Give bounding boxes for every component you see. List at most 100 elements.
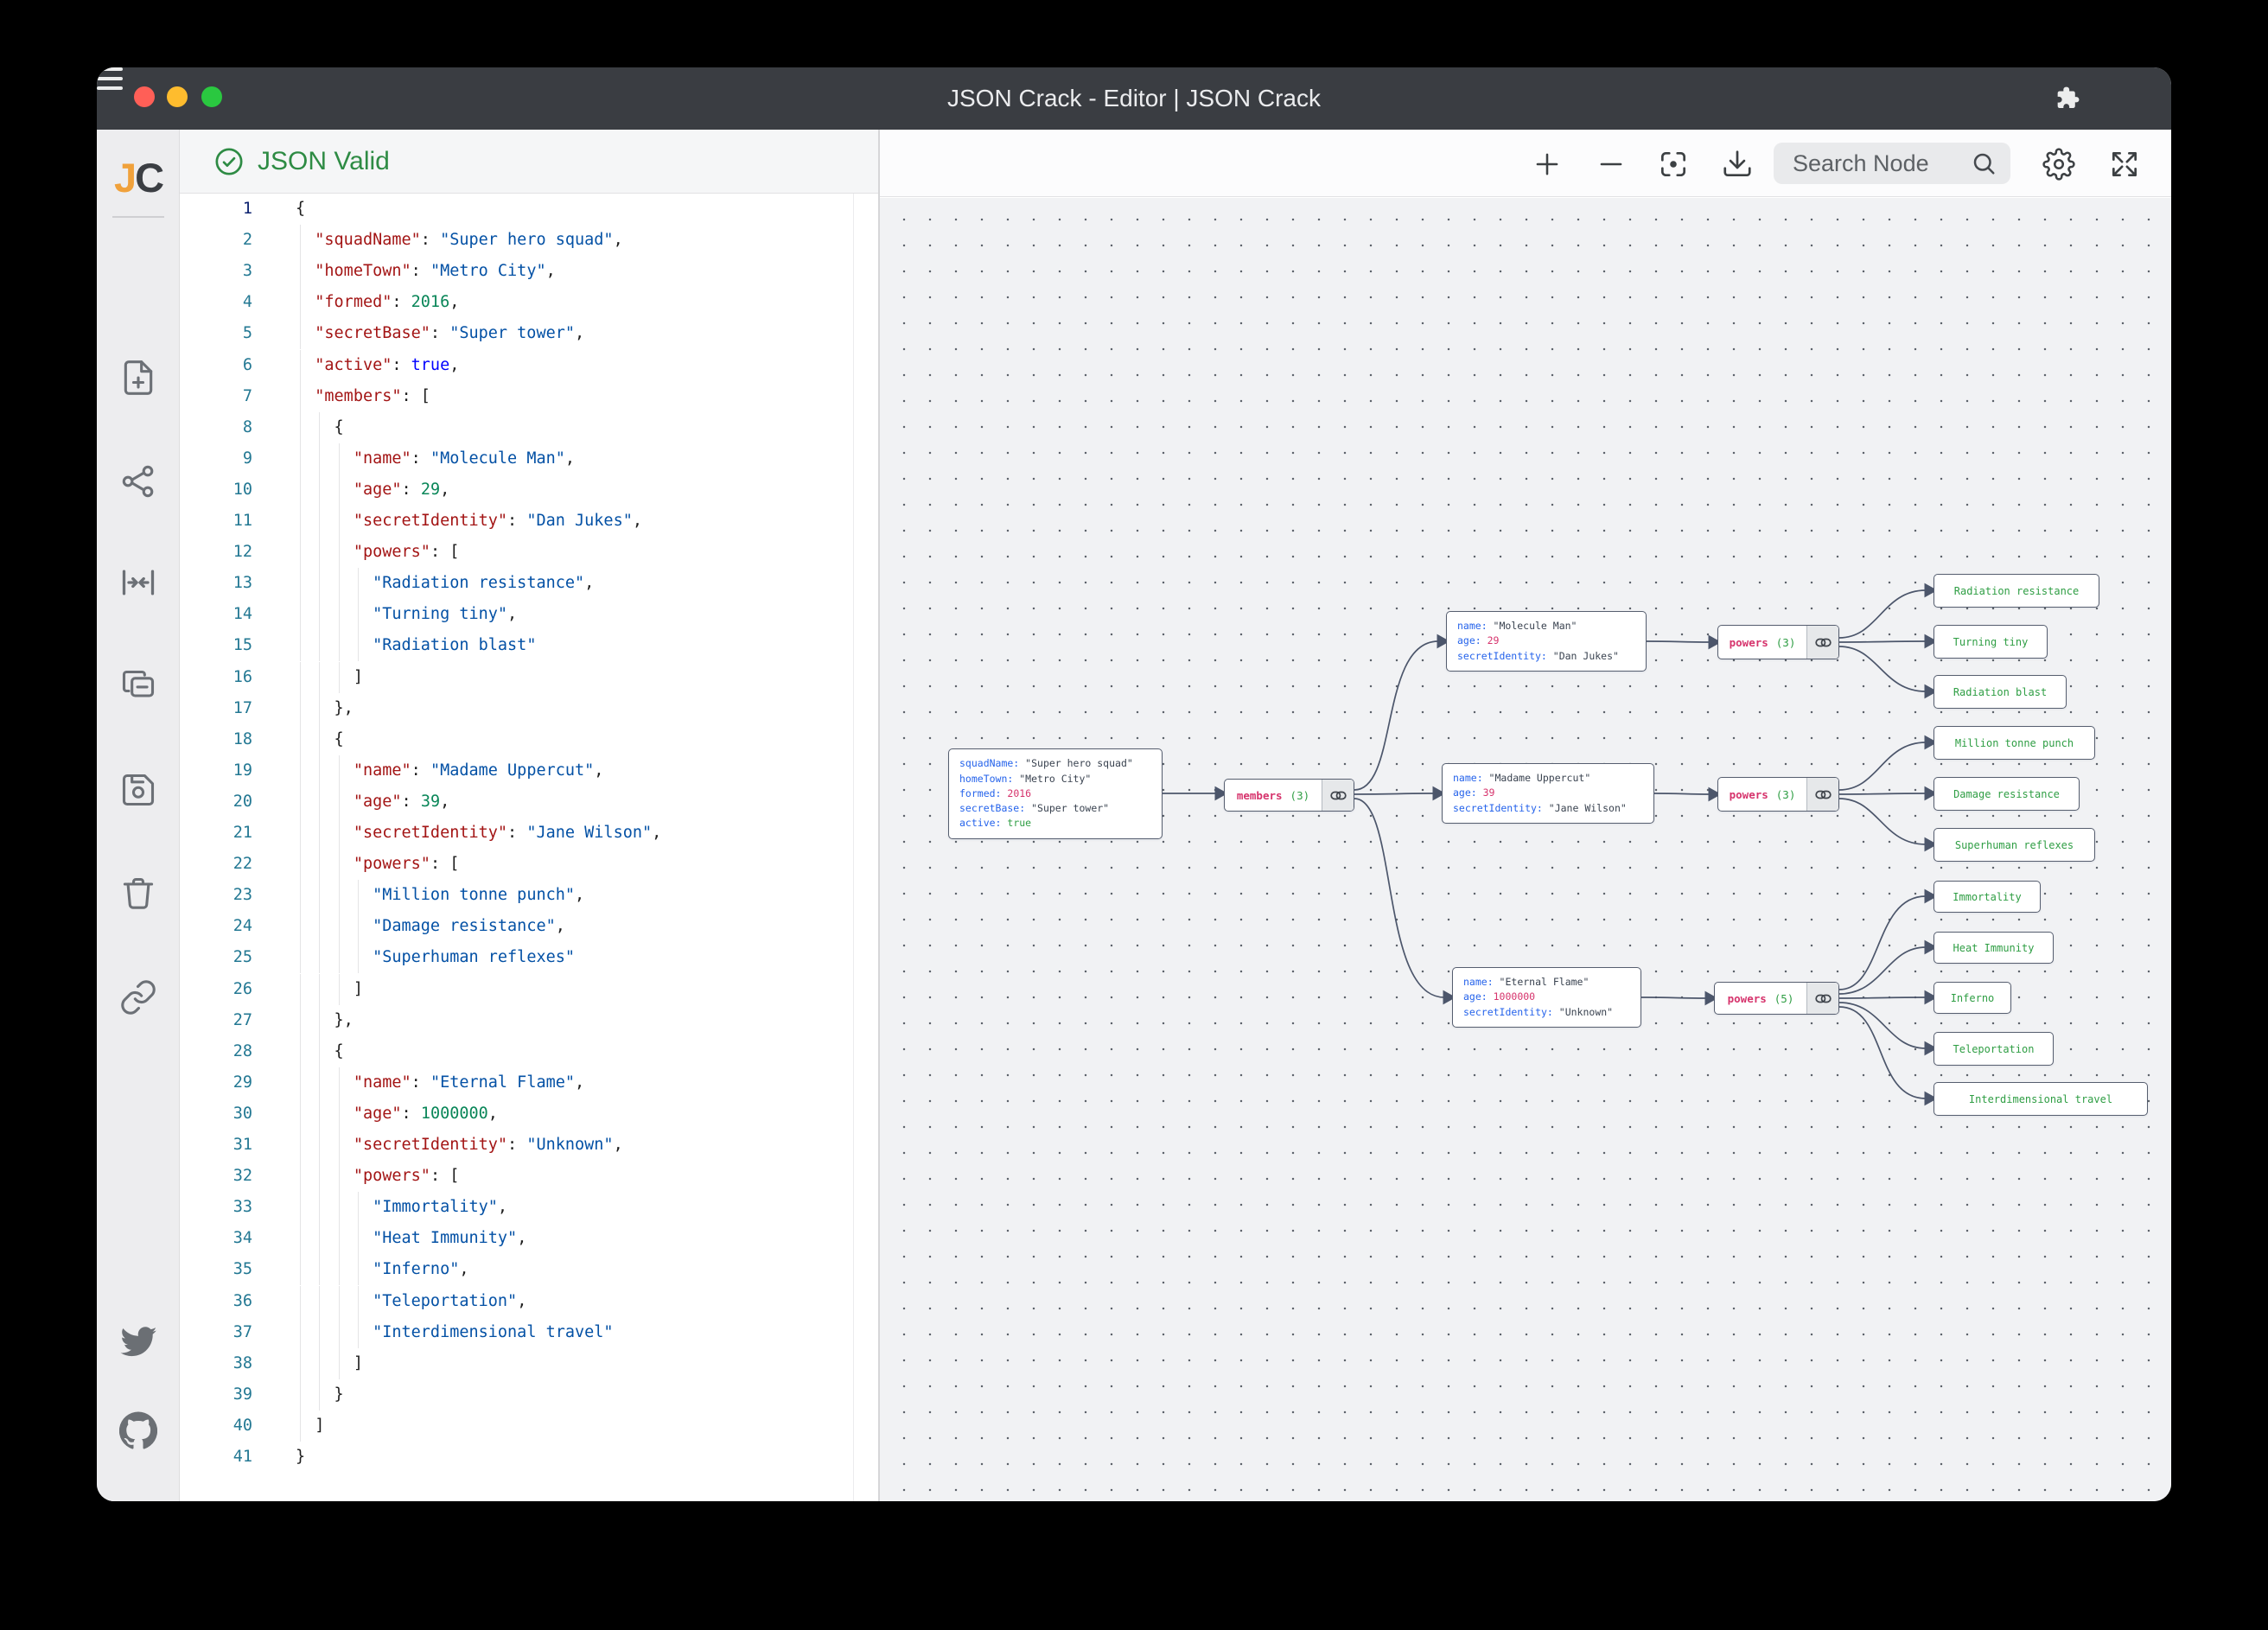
copy-icon <box>119 667 157 705</box>
leaf-node-text: Radiation resistance <box>1954 585 2080 597</box>
line-number: 14 <box>180 599 252 630</box>
github-button[interactable] <box>119 1411 157 1449</box>
graph-pane: squadName: "Super hero squad"homeTown: "… <box>878 130 2171 1501</box>
expand-icon <box>2108 148 2141 181</box>
focus-center-button[interactable] <box>1653 143 1694 185</box>
graph-node-member-2[interactable]: name: "Madame Uppercut"age: 39secretIden… <box>1442 763 1654 824</box>
graph-node-leaf-7[interactable]: Immortality <box>1934 881 2041 913</box>
graph-node-leaf-2[interactable]: Turning tiny <box>1934 625 2048 659</box>
line-number: 24 <box>180 911 252 942</box>
json-valid-status: JSON Valid <box>258 147 390 176</box>
code-line: 12"powers": [ <box>180 537 878 568</box>
graph-view-button[interactable] <box>119 462 157 500</box>
graph-node-leaf-9[interactable]: Inferno <box>1934 982 2011 1014</box>
collapse-link-icon[interactable] <box>1806 626 1838 659</box>
code-line: 11"secretIdentity": "Dan Jukes", <box>180 506 878 537</box>
node-label: members <box>1237 789 1283 802</box>
window-title: JSON Crack - Editor | JSON Crack <box>97 67 2171 130</box>
center-fit-icon <box>119 563 157 602</box>
node-label: powers <box>1730 788 1768 801</box>
search-node-input[interactable] <box>1793 150 1971 177</box>
leaf-node-text: Teleportation <box>1953 1043 2035 1055</box>
graph-node-member-3[interactable]: name: "Eternal Flame"age: 1000000secretI… <box>1452 967 1641 1028</box>
share-link-button[interactable] <box>119 978 157 1016</box>
json-editor-pane: JSON Valid 1{2"squadName": "Super hero s… <box>180 130 878 1501</box>
line-number: 7 <box>180 381 252 412</box>
save-icon <box>119 771 157 809</box>
code-line: 24"Damage resistance", <box>180 911 878 942</box>
download-image-button[interactable] <box>1717 143 1758 185</box>
leaf-node-text: Immortality <box>1953 891 2021 903</box>
copy-button[interactable] <box>119 667 157 705</box>
line-number: 25 <box>180 942 252 973</box>
collapse-link-icon[interactable] <box>1322 780 1354 811</box>
twitter-button[interactable] <box>119 1323 157 1361</box>
zoom-out-button[interactable] <box>1590 143 1632 185</box>
code-editor[interactable]: 1{2"squadName": "Super hero squad",3"hom… <box>180 194 878 1501</box>
graph-node-powers-3[interactable]: powers(5) <box>1714 982 1839 1015</box>
line-number: 39 <box>180 1379 252 1410</box>
focus-icon <box>1657 148 1690 181</box>
graph-node-members[interactable]: members (3) <box>1224 779 1354 812</box>
code-line: 6"active": true, <box>180 350 878 381</box>
code-line: 28{ <box>180 1036 878 1067</box>
graph-node-member-1[interactable]: name: "Molecule Man"age: 29secretIdentit… <box>1446 611 1647 672</box>
code-line: 15"Radiation blast" <box>180 630 878 661</box>
center-fit-button[interactable] <box>119 563 157 602</box>
line-number: 13 <box>180 568 252 599</box>
line-number: 23 <box>180 880 252 911</box>
graph-node-powers-1[interactable]: powers(3) <box>1717 625 1839 659</box>
graph-node-leaf-4[interactable]: Million tonne punch <box>1934 726 2095 760</box>
line-number: 21 <box>180 818 252 849</box>
save-button[interactable] <box>119 771 157 809</box>
app-logo[interactable]: JC <box>97 154 180 201</box>
code-line: 31"secretIdentity": "Unknown", <box>180 1130 878 1161</box>
leaf-node-text: Million tonne punch <box>1955 737 2074 749</box>
search-icon[interactable] <box>1971 150 1997 176</box>
line-number: 31 <box>180 1130 252 1161</box>
code-line: 7"members": [ <box>180 381 878 412</box>
graph-toolbar <box>880 130 2171 197</box>
graph-node-leaf-11[interactable]: Interdimensional travel <box>1934 1082 2148 1116</box>
graph-node-root[interactable]: squadName: "Super hero squad"homeTown: "… <box>948 748 1163 839</box>
graph-node-leaf-5[interactable]: Damage resistance <box>1934 777 2080 811</box>
code-line: 2"squadName": "Super hero squad", <box>180 225 878 256</box>
trash-icon <box>119 875 157 913</box>
graph-node-leaf-8[interactable]: Heat Immunity <box>1934 932 2054 964</box>
line-number: 3 <box>180 256 252 287</box>
collapse-link-icon[interactable] <box>1806 778 1838 811</box>
line-number: 34 <box>180 1223 252 1254</box>
check-circle-icon <box>214 147 244 176</box>
settings-button[interactable] <box>2038 143 2080 185</box>
code-line: 25"Superhuman reflexes" <box>180 942 878 973</box>
delete-button[interactable] <box>119 875 157 913</box>
line-number: 10 <box>180 474 252 506</box>
extensions-puzzle-icon[interactable] <box>2053 84 2082 113</box>
graph-node-leaf-3[interactable]: Radiation blast <box>1934 675 2067 709</box>
node-child-count: (3) <box>1290 789 1310 802</box>
line-number: 16 <box>180 662 252 693</box>
graph-node-leaf-1[interactable]: Radiation resistance <box>1934 574 2099 608</box>
fullscreen-button[interactable] <box>2104 143 2145 185</box>
leaf-node-text: Inferno <box>1951 992 1995 1004</box>
graph-node-leaf-10[interactable]: Teleportation <box>1934 1032 2054 1066</box>
line-number: 19 <box>180 755 252 786</box>
zoom-in-button[interactable] <box>1526 143 1568 185</box>
code-line: 3"homeTown": "Metro City", <box>180 256 878 287</box>
node-label: powers <box>1728 992 1767 1005</box>
graph-canvas[interactable]: squadName: "Super hero squad"homeTown: "… <box>880 198 2171 1501</box>
leaf-node-text: Superhuman reflexes <box>1955 839 2074 851</box>
sponsor-button[interactable] <box>119 1497 157 1501</box>
sidebar-divider <box>112 216 164 218</box>
graph-node-leaf-6[interactable]: Superhuman reflexes <box>1934 828 2095 862</box>
link-icon <box>119 978 157 1016</box>
new-document-button[interactable] <box>119 359 157 397</box>
code-line: 27}, <box>180 1005 878 1036</box>
leaf-node-text: Heat Immunity <box>1953 942 2035 954</box>
collapse-link-icon[interactable] <box>1806 983 1838 1014</box>
code-line: 34"Heat Immunity", <box>180 1223 878 1254</box>
code-line: 26] <box>180 974 878 1005</box>
line-number: 4 <box>180 287 252 318</box>
line-number: 40 <box>180 1410 252 1442</box>
graph-node-powers-2[interactable]: powers(3) <box>1717 777 1839 812</box>
